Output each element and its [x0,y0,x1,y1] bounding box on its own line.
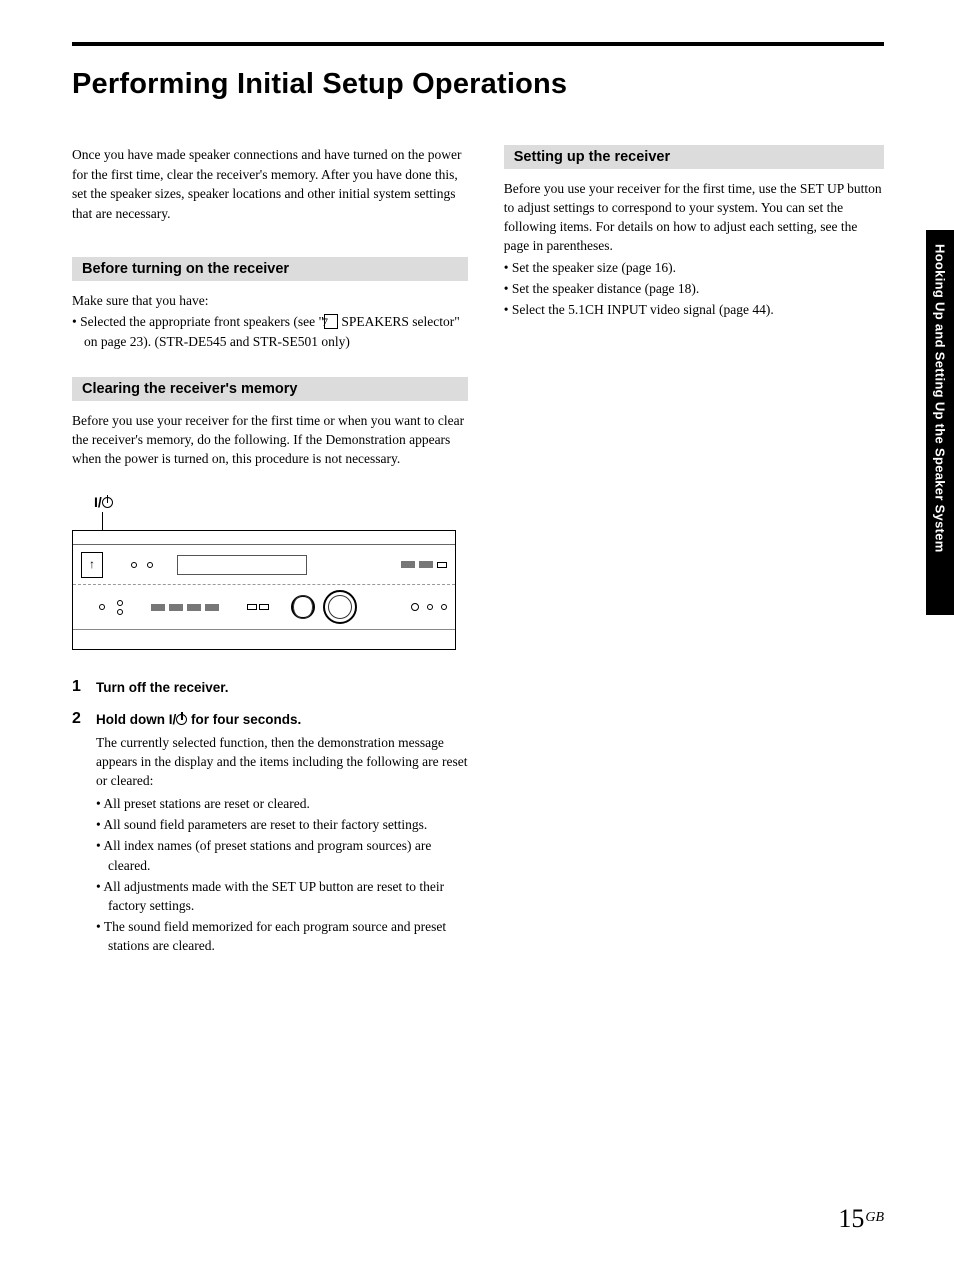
power-label-prefix: I/ [94,494,102,510]
page-number-suffix: GB [865,1210,884,1225]
intro-paragraph: Once you have made speaker connections a… [72,145,468,223]
step-2-bullet-4: All adjustments made with the SET UP but… [96,877,468,915]
step-2-bullet-5: The sound field memorized for each progr… [96,917,468,955]
section-head-clearing: Clearing the receiver's memory [72,377,468,401]
main-dial [323,590,357,624]
section-head-setup: Setting up the receiver [504,145,884,169]
eject-slot-icon [81,552,103,578]
power-label: I/ [94,494,468,510]
before-bullet-1: Selected the appropriate front speakers … [72,312,468,350]
display-panel [177,555,307,575]
clearing-lead: Before you use your receiver for the fir… [72,411,468,468]
step-2-number: 2 [72,710,86,957]
page-title: Performing Initial Setup Operations [72,68,884,101]
receiver-diagram [72,530,456,650]
step-1: 1 Turn off the receiver. [72,678,468,698]
power-icon [102,497,113,508]
side-tab-label: Hooking Up and Setting Up the Speaker Sy… [933,244,948,553]
step-2-title-pre: Hold down I/ [96,712,176,727]
setup-lead: Before you use your receiver for the fir… [504,179,884,256]
step-2-bullet-3: All index names (of preset stations and … [96,836,468,874]
step-2-title-post: for four seconds. [187,712,301,727]
power-icon [176,714,187,725]
page-number: 15GB [838,1204,884,1234]
setup-bullet-1: Set the speaker size (page 16). [504,258,884,277]
leader-line [102,512,468,530]
step-1-number: 1 [72,678,86,698]
step-1-title: Turn off the receiver. [96,678,468,698]
section-head-before: Before turning on the receiver [72,257,468,281]
page-number-main: 15 [838,1204,864,1233]
side-tab: Hooking Up and Setting Up the Speaker Sy… [926,230,954,615]
step-2: 2 Hold down I/ for four seconds. The cur… [72,710,468,957]
before-lead: Make sure that you have: [72,291,468,310]
before-bullet-pre: Selected the appropriate front speakers … [80,314,324,329]
setup-bullet-2: Set the speaker distance (page 18). [504,279,884,298]
step-2-body: The currently selected function, then th… [96,733,468,790]
boxed-number-icon: 7 [324,314,338,329]
small-dial [291,595,315,619]
step-2-title: Hold down I/ for four seconds. [96,710,468,730]
step-2-bullet-1: All preset stations are reset or cleared… [96,794,468,813]
step-2-bullet-2: All sound field parameters are reset to … [96,815,468,834]
setup-bullet-3: Select the 5.1CH INPUT video signal (pag… [504,300,884,319]
